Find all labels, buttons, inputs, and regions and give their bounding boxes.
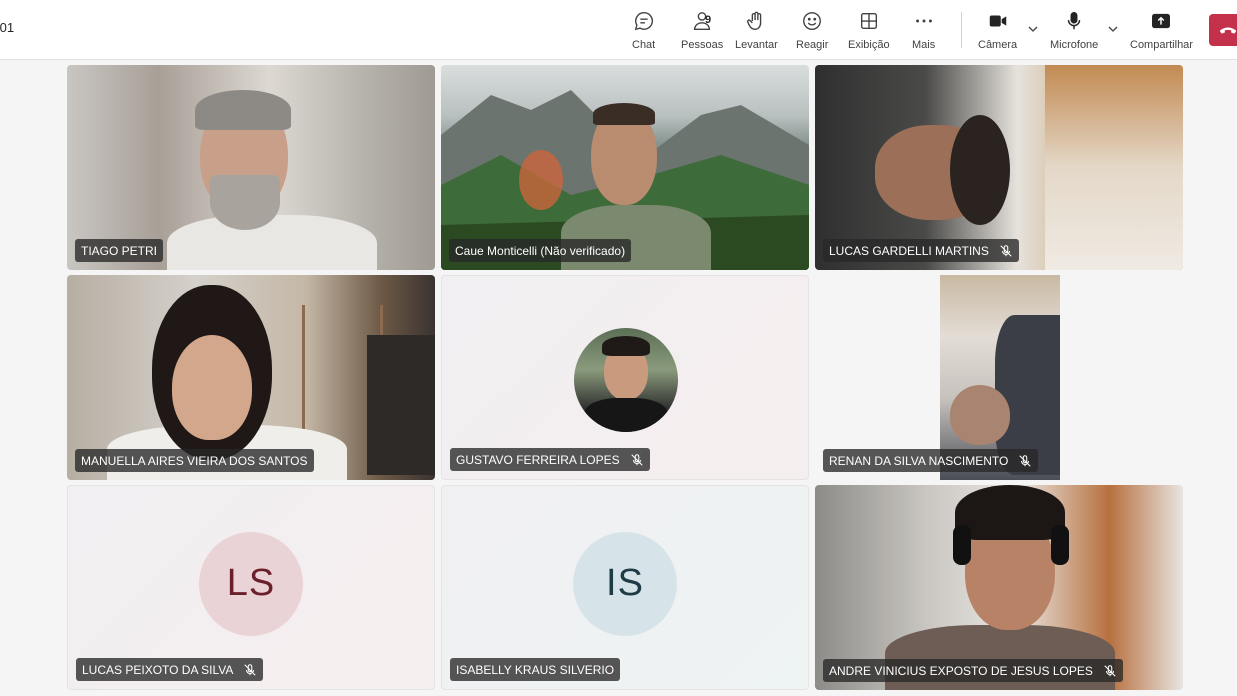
hand-icon bbox=[747, 11, 762, 30]
people-button[interactable]: 9 Pessoas bbox=[681, 10, 723, 54]
grid-icon bbox=[860, 12, 877, 30]
raise-hand-button[interactable]: Levantar bbox=[735, 10, 778, 54]
meeting-toolbar: :01 Chat 9 Pessoas Levantar Reagir Exibi… bbox=[0, 0, 1237, 60]
mic-off-icon bbox=[630, 453, 643, 466]
participant-name-tag: Caue Monticelli (Não verificado) bbox=[449, 239, 632, 262]
participant-name: LUCAS GARDELLI MARTINS bbox=[829, 243, 989, 258]
participant-tile-lucas-peixoto[interactable]: LS LUCAS PEIXOTO DA SILVA bbox=[67, 485, 435, 690]
participant-name-tag: TIAGO PETRI bbox=[75, 239, 164, 262]
microphone-options-chevron-icon[interactable] bbox=[1106, 22, 1120, 36]
chat-button[interactable]: Chat bbox=[632, 10, 655, 54]
share-icon bbox=[1152, 13, 1171, 29]
mic-off-icon bbox=[1019, 454, 1032, 467]
react-button[interactable]: Reagir bbox=[796, 10, 828, 54]
participant-name: LUCAS PEIXOTO DA SILVA bbox=[82, 662, 234, 677]
people-count: 9 bbox=[705, 14, 712, 26]
microphone-button[interactable]: Microfone bbox=[1050, 10, 1098, 54]
microphone-icon bbox=[1067, 12, 1081, 30]
share-button[interactable]: Compartilhar bbox=[1130, 10, 1193, 54]
participant-name: MANUELLA AIRES VIEIRA DOS SANTOS bbox=[81, 453, 308, 468]
more-icon bbox=[915, 19, 932, 23]
initials-avatar: IS bbox=[573, 531, 677, 636]
phone-icon bbox=[1219, 27, 1237, 34]
participant-tile-isabelly-kraus[interactable]: IS ISABELLY KRAUS SILVERIO bbox=[441, 485, 809, 690]
more-label: Mais bbox=[912, 39, 936, 51]
view-label: Exibição bbox=[848, 39, 890, 51]
participant-name: Caue Monticelli (Não verificado) bbox=[455, 243, 626, 258]
participant-tile-caue-monticelli[interactable]: Caue Monticelli (Não verificado) bbox=[441, 65, 809, 270]
camera-button[interactable]: Câmera bbox=[978, 10, 1017, 54]
participant-tile-gustavo-ferreira-lopes[interactable]: GUSTAVO FERREIRA LOPES bbox=[441, 275, 809, 480]
participant-tile-manuella-aires[interactable]: MANUELLA AIRES VIEIRA DOS SANTOS bbox=[67, 275, 435, 480]
participant-tile-andre-vinicius[interactable]: ANDRE VINICIUS EXPOSTO DE JESUS LOPES bbox=[815, 485, 1183, 690]
participant-tile-renan-da-silva[interactable]: RENAN DA SILVA NASCIMENTO bbox=[815, 275, 1183, 480]
chat-icon bbox=[634, 12, 653, 31]
chat-label: Chat bbox=[632, 39, 656, 51]
toolbar-divider bbox=[961, 12, 962, 48]
meeting-timer: :01 bbox=[0, 20, 15, 35]
participant-name-tag: MANUELLA AIRES VIEIRA DOS SANTOS bbox=[75, 449, 314, 472]
participant-name: RENAN DA SILVA NASCIMENTO bbox=[829, 453, 1009, 468]
leave-button[interactable] bbox=[1209, 14, 1237, 46]
initials-avatar: LS bbox=[199, 531, 303, 636]
share-label: Compartilhar bbox=[1130, 39, 1193, 51]
participant-name-tag: LUCAS GARDELLI MARTINS bbox=[823, 239, 1019, 262]
participant-name-tag: LUCAS PEIXOTO DA SILVA bbox=[76, 658, 264, 681]
react-label: Reagir bbox=[796, 39, 829, 51]
participant-tile-lucas-gardelli-martins[interactable]: LUCAS GARDELLI MARTINS bbox=[815, 65, 1183, 270]
camera-label: Câmera bbox=[978, 39, 1018, 51]
mic-off-icon bbox=[1000, 244, 1012, 257]
smile-icon bbox=[803, 12, 822, 30]
camera-icon bbox=[989, 15, 1006, 27]
participant-name: TIAGO PETRI bbox=[81, 243, 158, 258]
view-button[interactable]: Exibição bbox=[848, 10, 890, 54]
participant-tile-tiago-petri[interactable]: TIAGO PETRI bbox=[67, 65, 435, 270]
raise-hand-label: Levantar bbox=[735, 39, 778, 51]
mic-off-icon bbox=[1104, 664, 1116, 677]
people-label: Pessoas bbox=[681, 39, 724, 51]
microphone-label: Microfone bbox=[1050, 39, 1099, 51]
camera-options-chevron-icon[interactable] bbox=[1026, 22, 1040, 36]
profile-photo-avatar bbox=[574, 328, 678, 432]
more-button[interactable]: Mais bbox=[912, 10, 935, 54]
participant-name: ANDRE VINICIUS EXPOSTO DE JESUS LOPES bbox=[829, 663, 1093, 678]
mic-off-icon bbox=[244, 663, 257, 676]
participant-name-tag: RENAN DA SILVA NASCIMENTO bbox=[823, 449, 1039, 472]
participant-name-tag: GUSTAVO FERREIRA LOPES bbox=[450, 448, 650, 471]
participant-name-tag: ANDRE VINICIUS EXPOSTO DE JESUS LOPES bbox=[823, 659, 1123, 682]
participant-name-tag: ISABELLY KRAUS SILVERIO bbox=[450, 658, 621, 681]
participant-name: ISABELLY KRAUS SILVERIO bbox=[456, 662, 615, 677]
participant-name: GUSTAVO FERREIRA LOPES bbox=[456, 452, 620, 467]
